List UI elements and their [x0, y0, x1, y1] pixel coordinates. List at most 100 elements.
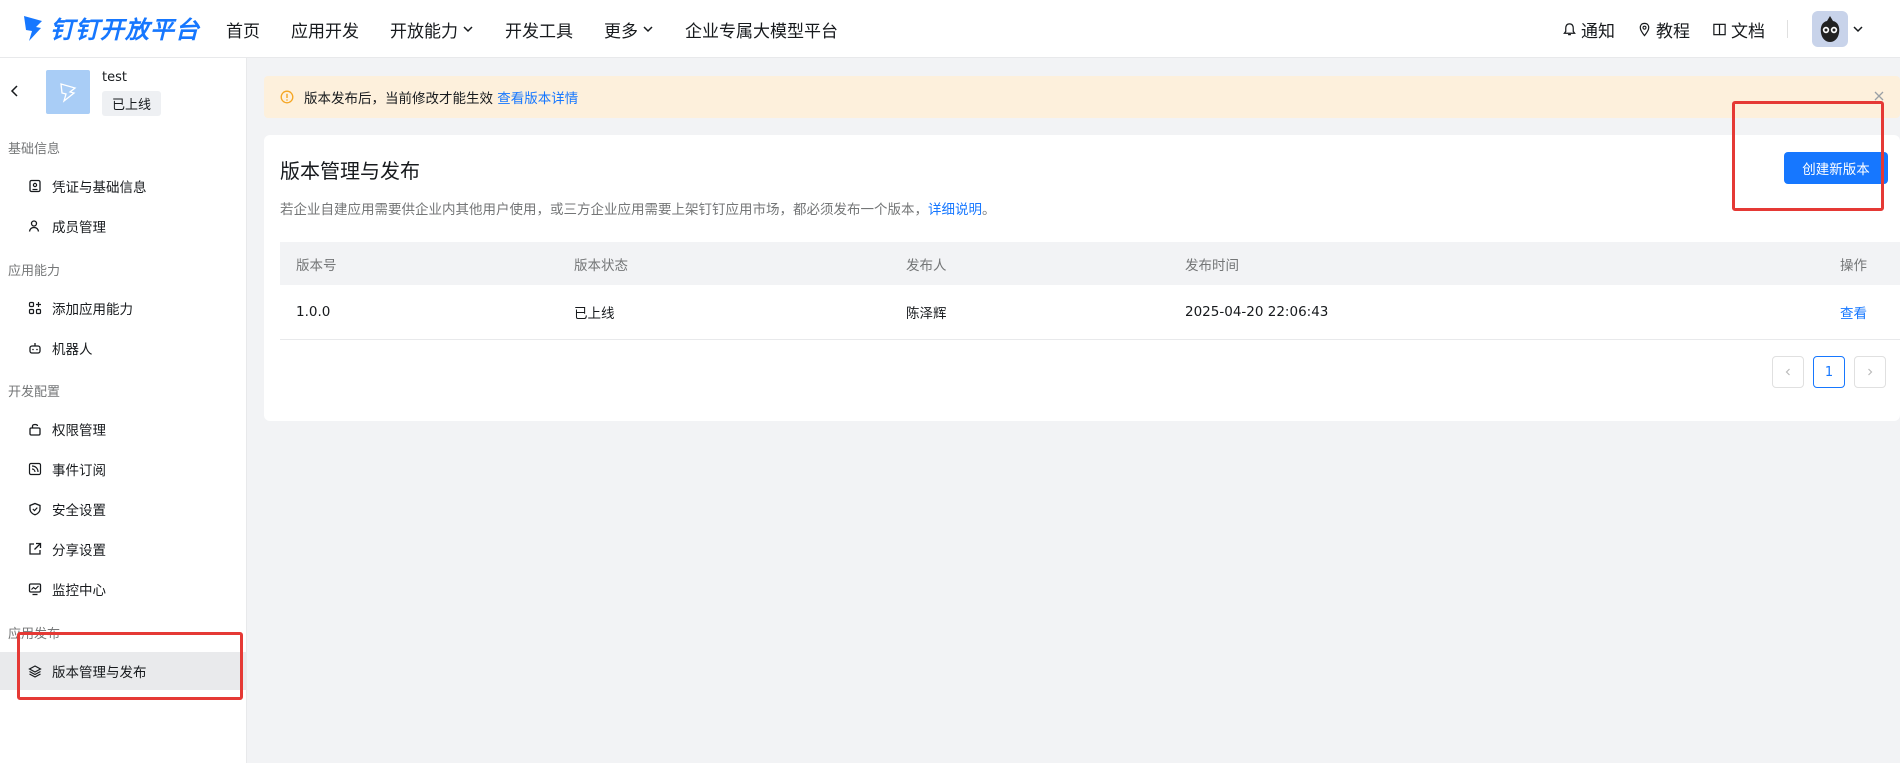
details-link[interactable]: 详细说明 — [928, 202, 982, 218]
credential-icon — [29, 179, 41, 193]
cell-version: 1.0.0 — [296, 304, 331, 320]
nav-divider — [1787, 20, 1788, 38]
alert-text: 版本发布后，当前修改才能生效 查看版本详情 — [304, 87, 578, 107]
sidebar-item-label: 权限管理 — [52, 423, 106, 439]
chevron-down-icon — [643, 26, 653, 33]
notify-label: 通知 — [1581, 21, 1615, 42]
cell-time: 2025-04-20 22:06:43 — [1185, 304, 1329, 320]
nav-right: 通知 教程 文档 — [1562, 0, 1900, 58]
user-icon — [28, 220, 40, 232]
docs-label: 文档 — [1731, 21, 1765, 42]
sidebar-item-label: 版本管理与发布 — [52, 665, 147, 681]
sidebar-item-permissions[interactable]: 权限管理 — [0, 410, 247, 448]
nav-open-capabilities-label: 开放能力 — [390, 21, 458, 42]
create-version-button[interactable]: 创建新版本 — [1784, 152, 1888, 184]
close-icon[interactable] — [1872, 89, 1886, 103]
sidebar-item-label: 成员管理 — [52, 220, 106, 236]
lock-icon — [29, 423, 41, 436]
col-action: 操作 — [1840, 257, 1867, 274]
top-nav: 钉钉开放平台 首页 应用开发 开放能力 开发工具 更多 企业专属大模型平台 通知… — [0, 0, 1900, 58]
prev-page-button[interactable] — [1772, 356, 1804, 388]
chevron-left-icon — [1785, 368, 1790, 376]
next-page-button[interactable] — [1854, 356, 1886, 388]
rss-icon — [28, 462, 42, 476]
avatar — [1812, 11, 1848, 47]
sidebar-item-event-subscription[interactable]: 事件订阅 — [0, 450, 247, 488]
sidebar-item-security[interactable]: 安全设置 — [0, 490, 247, 528]
nav-enterprise-llm-label: 企业专属大模型平台 — [685, 21, 838, 42]
dingtalk-logo-icon — [24, 15, 42, 41]
back-arrow-icon[interactable] — [9, 84, 19, 98]
book-icon — [1713, 23, 1726, 35]
nav-more-label: 更多 — [604, 21, 638, 42]
page-title: 版本管理与发布 — [280, 159, 420, 183]
notify-link[interactable]: 通知 — [1562, 17, 1615, 42]
cell-publisher: 陈泽辉 — [906, 306, 947, 322]
description-end: 。 — [982, 202, 996, 218]
section-dev-config: 开发配置 — [8, 385, 61, 400]
view-version-details-link[interactable]: 查看版本详情 — [497, 91, 578, 107]
sidebar-item-label: 分享设置 — [52, 543, 106, 559]
sidebar-item-label: 监控中心 — [52, 583, 106, 599]
app-placeholder-icon — [60, 83, 77, 103]
nav-more[interactable]: 更多 — [604, 17, 654, 42]
page-1-button[interactable]: 1 — [1813, 356, 1845, 388]
sidebar-item-credentials[interactable]: 凭证与基础信息 — [0, 167, 247, 205]
brand-logo[interactable]: 钉钉开放平台 — [22, 10, 200, 45]
nav-app-dev-label: 应用开发 — [291, 21, 359, 42]
section-app-capabilities: 应用能力 — [8, 264, 61, 279]
col-status: 版本状态 — [574, 257, 628, 274]
robot-icon — [29, 343, 41, 354]
sidebar-item-members[interactable]: 成员管理 — [0, 207, 247, 245]
chevron-down-icon — [463, 26, 473, 33]
sidebar: test 已上线 基础信息 凭证与基础信息 成员管理 应用能力 添加应用能力 机… — [0, 58, 247, 763]
brand-name: 钉钉开放平台 — [50, 16, 200, 44]
alert-message: 版本发布后，当前修改才能生效 — [304, 91, 493, 107]
avatar-character-icon — [1820, 16, 1840, 42]
sidebar-item-version-management[interactable]: 版本管理与发布 — [0, 652, 247, 690]
docs-link[interactable]: 文档 — [1712, 17, 1765, 42]
sidebar-item-label: 事件订阅 — [52, 463, 106, 479]
nav-enterprise-llm[interactable]: 企业专属大模型平台 — [685, 17, 838, 42]
page-description: 若企业自建应用需要供企业内其他用户使用，或三方企业应用需要上架钉钉应用市场，都必… — [280, 198, 996, 218]
monitor-icon — [28, 583, 42, 596]
pagination: 1 — [1772, 356, 1886, 388]
chevron-right-icon — [1868, 368, 1873, 376]
tutorial-label: 教程 — [1656, 21, 1690, 42]
app-status-badge: 已上线 — [102, 91, 162, 116]
nav-app-dev[interactable]: 应用开发 — [291, 17, 359, 42]
versions-table: 版本号 版本状态 发布人 发布时间 操作 1.0.0 已上线 陈泽辉 2025-… — [280, 242, 1900, 340]
sidebar-item-label: 凭证与基础信息 — [52, 180, 147, 196]
nav-open-capabilities[interactable]: 开放能力 — [390, 17, 474, 42]
nav-home[interactable]: 首页 — [226, 17, 260, 42]
publish-alert: 版本发布后，当前修改才能生效 查看版本详情 — [264, 76, 1900, 118]
user-menu[interactable] — [1812, 11, 1864, 47]
app-header: test 已上线 — [0, 58, 247, 118]
app-name: test — [102, 70, 127, 85]
sidebar-item-monitor[interactable]: 监控中心 — [0, 570, 247, 608]
app-icon — [46, 70, 90, 114]
sidebar-item-share[interactable]: 分享设置 — [0, 530, 247, 568]
layers-icon — [28, 665, 42, 678]
nav-dev-tools[interactable]: 开发工具 — [505, 17, 573, 42]
table-header: 版本号 版本状态 发布人 发布时间 操作 — [280, 242, 1900, 285]
table-row: 1.0.0 已上线 陈泽辉 2025-04-20 22:06:43 查看 — [280, 285, 1900, 340]
bell-icon — [1563, 22, 1576, 35]
sidebar-item-robot[interactable]: 机器人 — [0, 329, 247, 367]
cell-status: 已上线 — [574, 306, 615, 322]
location-pin-icon — [1639, 22, 1650, 37]
tutorial-link[interactable]: 教程 — [1637, 17, 1690, 42]
share-icon — [29, 542, 42, 555]
sidebar-item-label: 添加应用能力 — [52, 302, 133, 318]
col-publisher: 发布人 — [906, 257, 947, 274]
main-nav: 首页 应用开发 开放能力 开发工具 更多 企业专属大模型平台 — [226, 0, 869, 58]
view-version-link[interactable]: 查看 — [1840, 302, 1867, 322]
section-app-release: 应用发布 — [8, 627, 61, 642]
section-basic-info: 基础信息 — [8, 142, 61, 157]
info-icon — [280, 90, 294, 104]
description-text: 若企业自建应用需要供企业内其他用户使用，或三方企业应用需要上架钉钉应用市场，都必… — [280, 202, 928, 218]
sidebar-item-add-capability[interactable]: 添加应用能力 — [0, 289, 247, 327]
sidebar-item-label: 机器人 — [52, 342, 93, 358]
nav-home-label: 首页 — [226, 21, 260, 42]
shield-icon — [29, 502, 41, 516]
